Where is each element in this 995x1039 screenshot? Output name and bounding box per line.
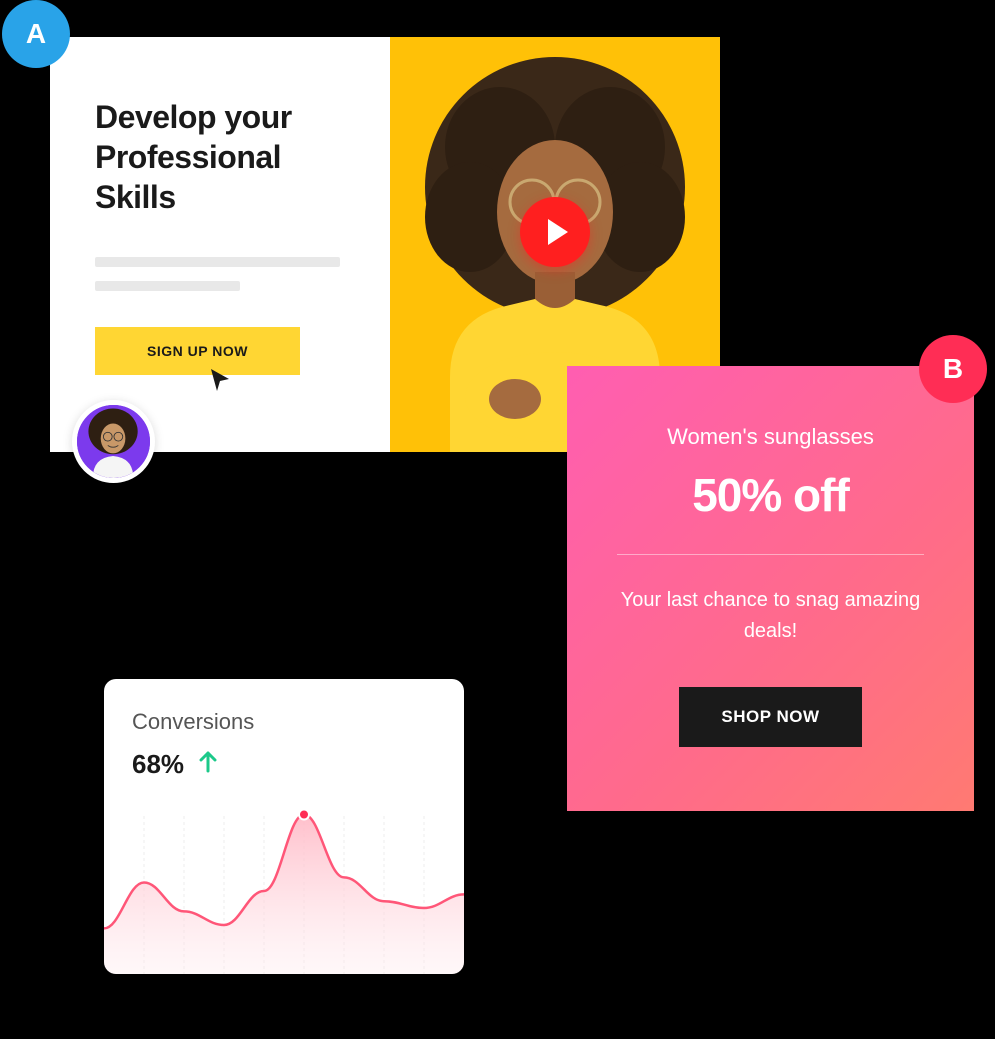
promo-description: Your last chance to snag amazing deals! [607,585,934,647]
conversions-card: Conversions 68% [104,679,464,974]
placeholder-line [95,257,340,267]
shop-now-button[interactable]: SHOP NOW [679,687,861,747]
promo-subtitle: Women's sunglasses [607,424,934,450]
badge-b: B [919,335,987,403]
play-button[interactable] [520,197,590,267]
promo-title: 50% off [607,468,934,522]
conversions-value: 68% [132,749,184,780]
avatar [72,400,155,483]
play-icon [548,219,568,245]
placeholder-lines [95,257,350,291]
divider [617,554,924,555]
placeholder-line [95,281,240,291]
badge-a: A [2,0,70,68]
conversions-chart [104,796,464,974]
landing-left-panel: Develop your Professional Skills SIGN UP… [50,37,390,452]
conversions-title: Conversions [132,709,436,735]
signup-button[interactable]: SIGN UP NOW [95,327,300,375]
conversions-value-row: 68% [132,749,436,780]
promo-card-b: Women's sunglasses 50% off Your last cha… [567,366,974,811]
trend-up-icon [198,750,218,779]
landing-title: Develop your Professional Skills [95,97,350,217]
